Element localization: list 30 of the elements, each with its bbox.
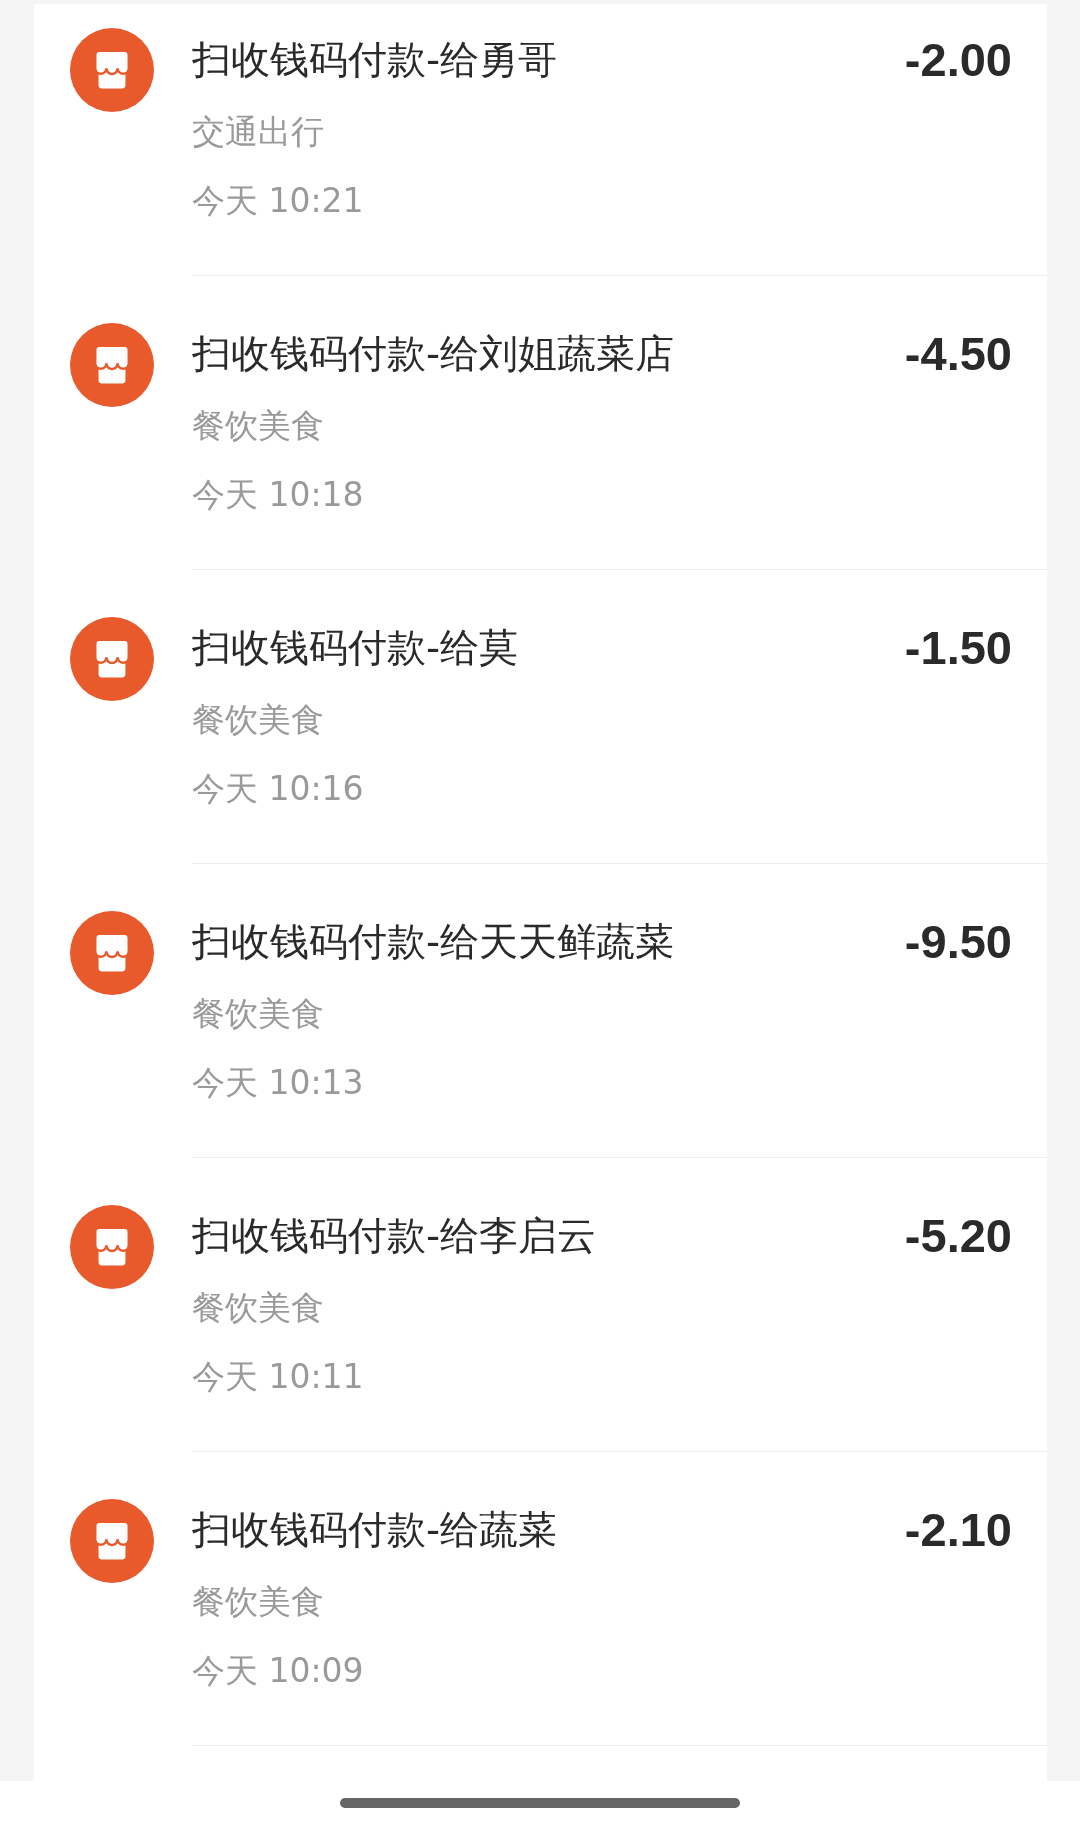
amount: -9.50: [904, 916, 1012, 968]
transaction-title: 扫收钱码付款-给勇哥: [192, 38, 559, 82]
transaction-title: 扫收钱码付款-给李启云: [192, 1214, 598, 1258]
timestamp: 今天 10:21: [192, 180, 365, 222]
transaction-title: 扫收钱码付款-给蔬菜: [192, 1508, 559, 1552]
category-label: 餐饮美食: [192, 993, 325, 1035]
amount: -5.20: [904, 1210, 1012, 1262]
shop-icon: [70, 617, 154, 701]
transaction-title: 扫收钱码付款-给天天鲜蔬菜: [192, 920, 676, 964]
shop-icon: [70, 911, 154, 995]
amount: -1.50: [904, 622, 1012, 674]
category-label: 餐饮美食: [192, 405, 325, 447]
timestamp: 今天 10:13: [192, 1062, 365, 1104]
transaction-title: 扫收钱码付款-给刘姐蔬菜店: [192, 332, 676, 376]
category-label: 餐饮美食: [192, 1287, 325, 1329]
timestamp: 今天 10:16: [192, 768, 365, 810]
category-label: 餐饮美食: [192, 699, 325, 741]
timestamp: 今天 10:09: [192, 1650, 365, 1692]
timestamp: 今天 10:11: [192, 1356, 365, 1398]
shop-icon: [70, 323, 154, 407]
category-label: 交通出行: [192, 111, 325, 153]
amount: -2.10: [904, 1504, 1012, 1556]
amount: -4.50: [904, 328, 1012, 380]
transaction-title: 扫收钱码付款-给莫: [192, 626, 520, 670]
amount: -2.00: [904, 34, 1012, 86]
shop-icon: [70, 28, 154, 112]
category-label: 餐饮美食: [192, 1581, 325, 1623]
shop-icon: [70, 1499, 154, 1583]
shop-icon: [70, 1205, 154, 1289]
timestamp: 今天 10:18: [192, 474, 365, 516]
